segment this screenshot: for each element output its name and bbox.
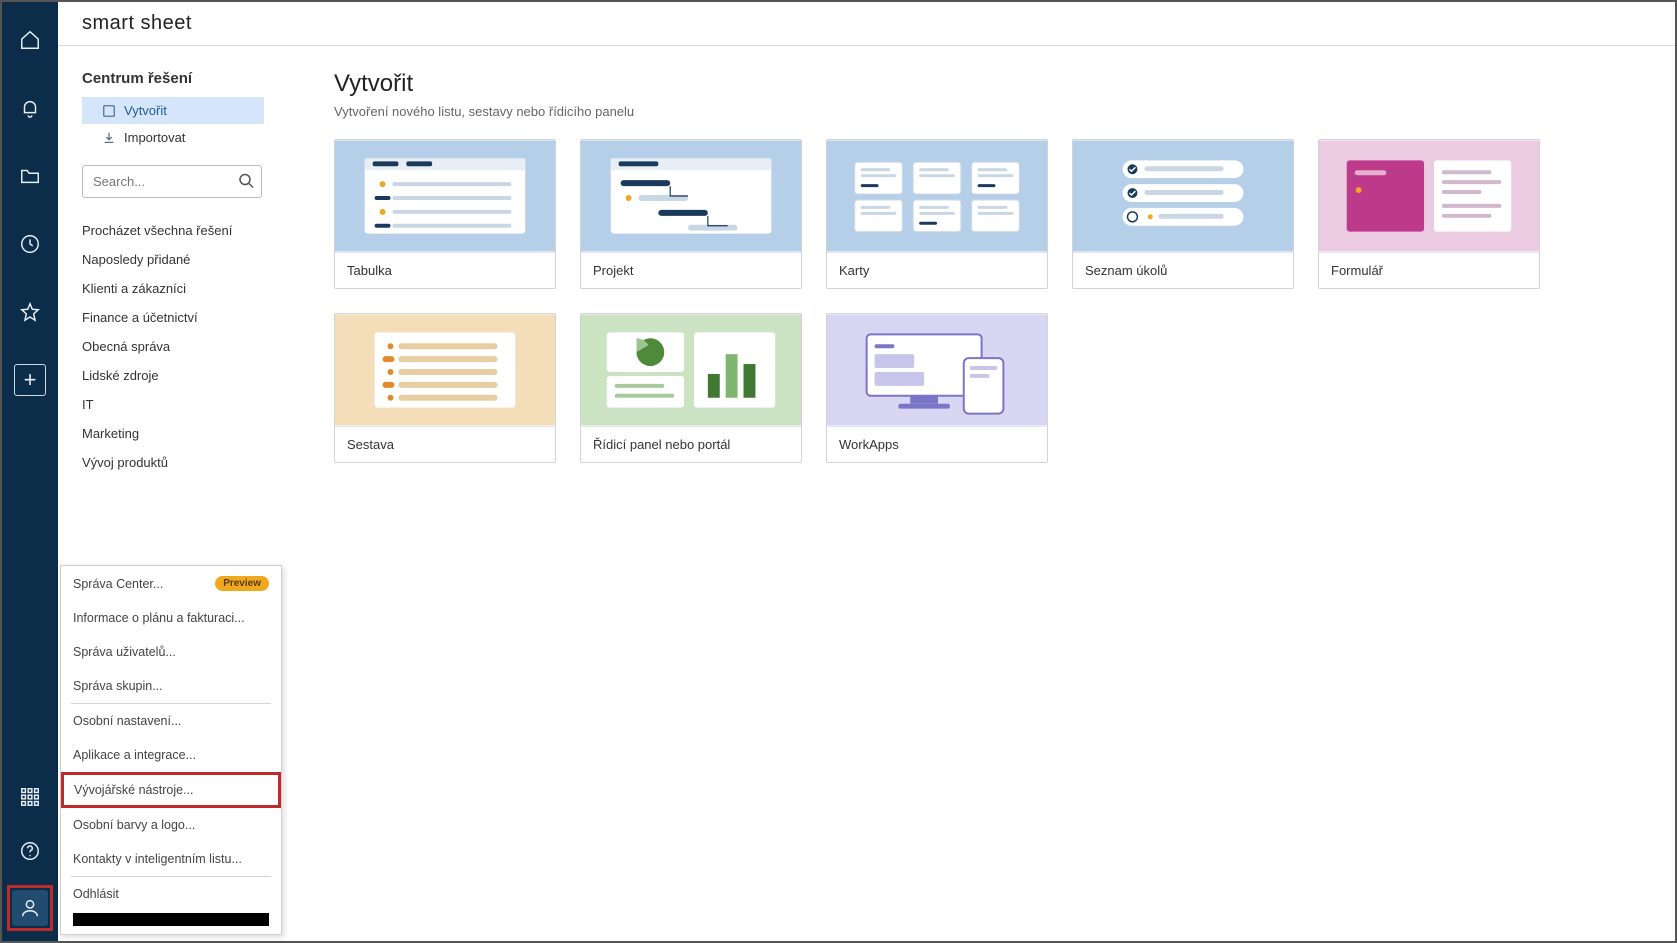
card-form[interactable]: Formulář xyxy=(1318,139,1540,289)
category-item[interactable]: Lidské zdroje xyxy=(82,361,298,390)
card-cards[interactable]: Karty xyxy=(826,139,1048,289)
user-menu-label: Vývojářské nástroje... xyxy=(74,783,194,797)
user-menu-item[interactable]: Aplikace a integrace... xyxy=(61,738,281,772)
panel-title: Centrum řešení xyxy=(82,70,298,87)
new-button[interactable]: + xyxy=(10,360,50,400)
star-icon[interactable] xyxy=(10,292,50,332)
card-report[interactable]: Sestava xyxy=(334,313,556,463)
user-icon[interactable] xyxy=(12,890,48,926)
category-item[interactable]: IT xyxy=(82,390,298,419)
user-menu-item[interactable]: Správa Center... Preview xyxy=(61,566,281,601)
category-item[interactable]: Naposledy přidané xyxy=(82,245,298,274)
panel-item-import[interactable]: Importovat xyxy=(82,124,264,151)
user-menu-label: Odhlásit xyxy=(73,887,119,901)
category-item[interactable]: Klienti a zákazníci xyxy=(82,274,298,303)
card-label: Projekt xyxy=(581,252,801,288)
folder-icon[interactable] xyxy=(10,156,50,196)
apps-icon[interactable] xyxy=(10,777,50,817)
card-label: Seznam úkolů xyxy=(1073,252,1293,288)
card-workapps[interactable]: WorkApps xyxy=(826,313,1048,463)
left-rail: + xyxy=(2,2,58,941)
card-table[interactable]: Tabulka xyxy=(334,139,556,289)
search-input[interactable] xyxy=(82,165,262,198)
sheet-icon xyxy=(102,104,116,118)
card-illus-table xyxy=(335,140,555,252)
user-button-highlight xyxy=(7,885,53,931)
search-icon xyxy=(238,172,254,191)
panel-item-label: Vytvořit xyxy=(124,103,167,118)
user-email-redacted xyxy=(73,913,269,926)
user-menu-label: Správa Center... xyxy=(73,577,163,591)
card-illus-form xyxy=(1319,140,1539,252)
card-project[interactable]: Projekt xyxy=(580,139,802,289)
preview-badge: Preview xyxy=(215,576,269,591)
card-illus-dashboard xyxy=(581,314,801,426)
bell-icon[interactable] xyxy=(10,88,50,128)
card-dashboard[interactable]: Řídicí panel nebo portál xyxy=(580,313,802,463)
category-item[interactable]: Marketing xyxy=(82,419,298,448)
import-icon xyxy=(102,131,116,145)
search-input-wrap xyxy=(82,165,262,198)
user-menu-item[interactable]: Správa uživatelů... xyxy=(61,635,281,669)
help-icon[interactable] xyxy=(10,831,50,871)
user-menu-label: Osobní nastavení... xyxy=(73,714,181,728)
category-item[interactable]: Vývoj produktů xyxy=(82,448,298,477)
user-menu-item[interactable]: Správa skupin... xyxy=(61,669,281,703)
card-illus-workapps xyxy=(827,314,1047,426)
page-title: Vytvořit xyxy=(334,70,1639,98)
card-illus-tasks xyxy=(1073,140,1293,252)
card-illus-cards xyxy=(827,140,1047,252)
app-header: smart sheet xyxy=(58,2,1675,46)
home-icon[interactable] xyxy=(10,20,50,60)
user-menu-item[interactable]: Kontakty v inteligentním listu... xyxy=(61,842,281,876)
card-label: WorkApps xyxy=(827,426,1047,462)
panel-item-create[interactable]: Vytvořit xyxy=(82,97,264,124)
user-menu-item-dev-tools[interactable]: Vývojářské nástroje... xyxy=(61,772,281,808)
card-label: Řídicí panel nebo portál xyxy=(581,426,801,462)
card-illus-report xyxy=(335,314,555,426)
category-item[interactable]: Finance a účetnictví xyxy=(82,303,298,332)
page-subtitle: Vytvoření nového listu, sestavy nebo říd… xyxy=(334,104,1639,119)
user-menu-item[interactable]: Informace o plánu a fakturaci... xyxy=(61,601,281,635)
card-label: Karty xyxy=(827,252,1047,288)
user-menu-label: Osobní barvy a logo... xyxy=(73,818,195,832)
category-item[interactable]: Obecná správa xyxy=(82,332,298,361)
card-label: Sestava xyxy=(335,426,555,462)
user-menu-item[interactable]: Osobní nastavení... xyxy=(61,704,281,738)
category-list: Procházet všechna řešení Naposledy přida… xyxy=(82,216,298,477)
brand-title: smart sheet xyxy=(82,12,192,35)
card-illus-project xyxy=(581,140,801,252)
user-menu-label: Správa skupin... xyxy=(73,679,163,693)
user-menu-item[interactable]: Osobní barvy a logo... xyxy=(61,808,281,842)
card-label: Tabulka xyxy=(335,252,555,288)
user-menu: Správa Center... Preview Informace o plá… xyxy=(60,565,282,935)
user-menu-label: Správa uživatelů... xyxy=(73,645,176,659)
plus-icon: + xyxy=(14,364,46,396)
card-label: Formulář xyxy=(1319,252,1539,288)
card-tasks[interactable]: Seznam úkolů xyxy=(1072,139,1294,289)
user-menu-label: Aplikace a integrace... xyxy=(73,748,196,762)
user-menu-signout[interactable]: Odhlásit xyxy=(61,877,281,911)
card-grid: Tabulka xyxy=(334,139,1639,463)
user-menu-label: Kontakty v inteligentním listu... xyxy=(73,852,242,866)
panel-top-list: Vytvořit Importovat xyxy=(82,97,298,151)
category-item[interactable]: Procházet všechna řešení xyxy=(82,216,298,245)
clock-icon[interactable] xyxy=(10,224,50,264)
panel-item-label: Importovat xyxy=(124,130,185,145)
user-menu-label: Informace o plánu a fakturaci... xyxy=(73,611,245,625)
create-main: Vytvořit Vytvoření nového listu, sestavy… xyxy=(298,46,1675,941)
